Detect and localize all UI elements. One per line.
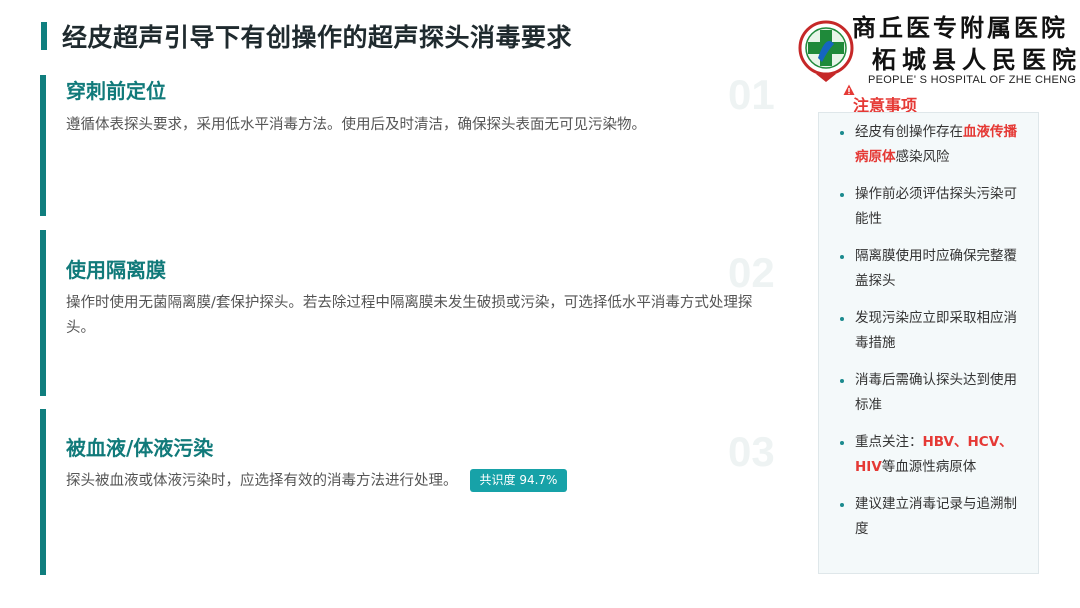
section-heading: 被血液/体液污染 bbox=[66, 436, 214, 460]
section-heading: 穿刺前定位 bbox=[66, 79, 166, 103]
note-text: 建议建立消毒记录与追溯制度 bbox=[855, 496, 1017, 537]
section-number: 01 bbox=[728, 71, 775, 118]
section-body: 操作时使用无菌隔离膜/套保护探头。若去除过程中隔离膜未发生破损或污染，可选择低水… bbox=[66, 295, 753, 336]
section-body-text: 探头被血液或体液污染时，应选择有效的消毒方法进行处理。 bbox=[66, 473, 458, 489]
note-item: 隔离膜使用时应确保完整覆盖探头 bbox=[839, 244, 1025, 293]
bullet-dot-icon bbox=[840, 441, 844, 445]
note-item: 消毒后需确认探头达到使用标准 bbox=[839, 368, 1025, 417]
consensus-badge: 共识度 94.7% bbox=[469, 469, 568, 492]
note-item: 重点关注：HBV、HCV、HIV等血源性病原体 bbox=[839, 430, 1025, 479]
bullet-dot-icon bbox=[840, 317, 844, 321]
section-isolation-film: 02 使用隔离膜 操作时使用无菌隔离膜/套保护探头。若去除过程中隔离膜未发生破损… bbox=[40, 230, 780, 396]
section-accent-bar bbox=[40, 75, 46, 216]
section-number: 02 bbox=[728, 249, 775, 296]
page-title: 经皮超声引导下有创操作的超声探头消毒要求 bbox=[62, 23, 573, 52]
title-accent-bar bbox=[41, 22, 47, 50]
bullet-dot-icon bbox=[840, 131, 844, 135]
note-text: 隔离膜使用时应确保完整覆盖探头 bbox=[855, 248, 1017, 289]
bullet-dot-icon bbox=[840, 255, 844, 259]
note-text: 感染风险 bbox=[895, 148, 950, 165]
logo-name-line1: 商丘医专附属医院 bbox=[852, 13, 1068, 42]
note-item: 建议建立消毒记录与追溯制度 bbox=[839, 492, 1025, 541]
bullet-dot-icon bbox=[840, 503, 844, 507]
section-blood-contamination: 03 被血液/体液污染 探头被血液或体液污染时，应选择有效的消毒方法进行处理。共… bbox=[40, 409, 780, 575]
notes-panel: 经皮有创操作存在血液传播病原体感染风险 操作前必须评估探头污染可能性 隔离膜使用… bbox=[818, 112, 1039, 574]
note-text: 发现污染应立即采取相应消毒措施 bbox=[855, 310, 1017, 351]
note-item: 发现污染应立即采取相应消毒措施 bbox=[839, 306, 1025, 355]
note-item: 操作前必须评估探头污染可能性 bbox=[839, 182, 1025, 231]
section-body: 遵循体表探头要求，采用低水平消毒方法。使用后及时清洁，确保探头表面无可见污染物。 bbox=[66, 117, 646, 133]
note-item: 经皮有创操作存在血液传播病原体感染风险 bbox=[839, 120, 1025, 169]
section-accent-bar bbox=[40, 409, 46, 575]
note-text: 重点关注： bbox=[855, 434, 923, 450]
hospital-emblem-icon bbox=[798, 20, 854, 82]
note-text: 操作前必须评估探头污染可能性 bbox=[855, 186, 1017, 227]
logo-name-line2: 柘城县人民医院 bbox=[872, 45, 1080, 74]
logo-name-english: PEOPLE' S HOSPITAL OF ZHE CHENG bbox=[868, 74, 1077, 86]
notes-list: 经皮有创操作存在血液传播病原体感染风险 操作前必须评估探头污染可能性 隔离膜使用… bbox=[839, 120, 1025, 554]
section-body: 探头被血液或体液污染时，应选择有效的消毒方法进行处理。 共识度 94.7% bbox=[66, 469, 776, 494]
note-text: 等血源性病原体 bbox=[881, 458, 977, 475]
note-text: 经皮有创操作存在 bbox=[855, 124, 963, 140]
section-puncture-positioning: 01 穿刺前定位 遵循体表探头要求，采用低水平消毒方法。使用后及时清洁，确保探头… bbox=[40, 71, 780, 216]
bullet-dot-icon bbox=[840, 379, 844, 383]
hospital-logo: 商丘医专附属医院 柘城县人民医院 PEOPLE' S HOSPITAL OF Z… bbox=[796, 8, 1076, 90]
section-heading: 使用隔离膜 bbox=[66, 258, 166, 282]
bullet-dot-icon bbox=[840, 193, 844, 197]
note-text: 消毒后需确认探头达到使用标准 bbox=[855, 372, 1017, 413]
section-accent-bar bbox=[40, 230, 46, 396]
